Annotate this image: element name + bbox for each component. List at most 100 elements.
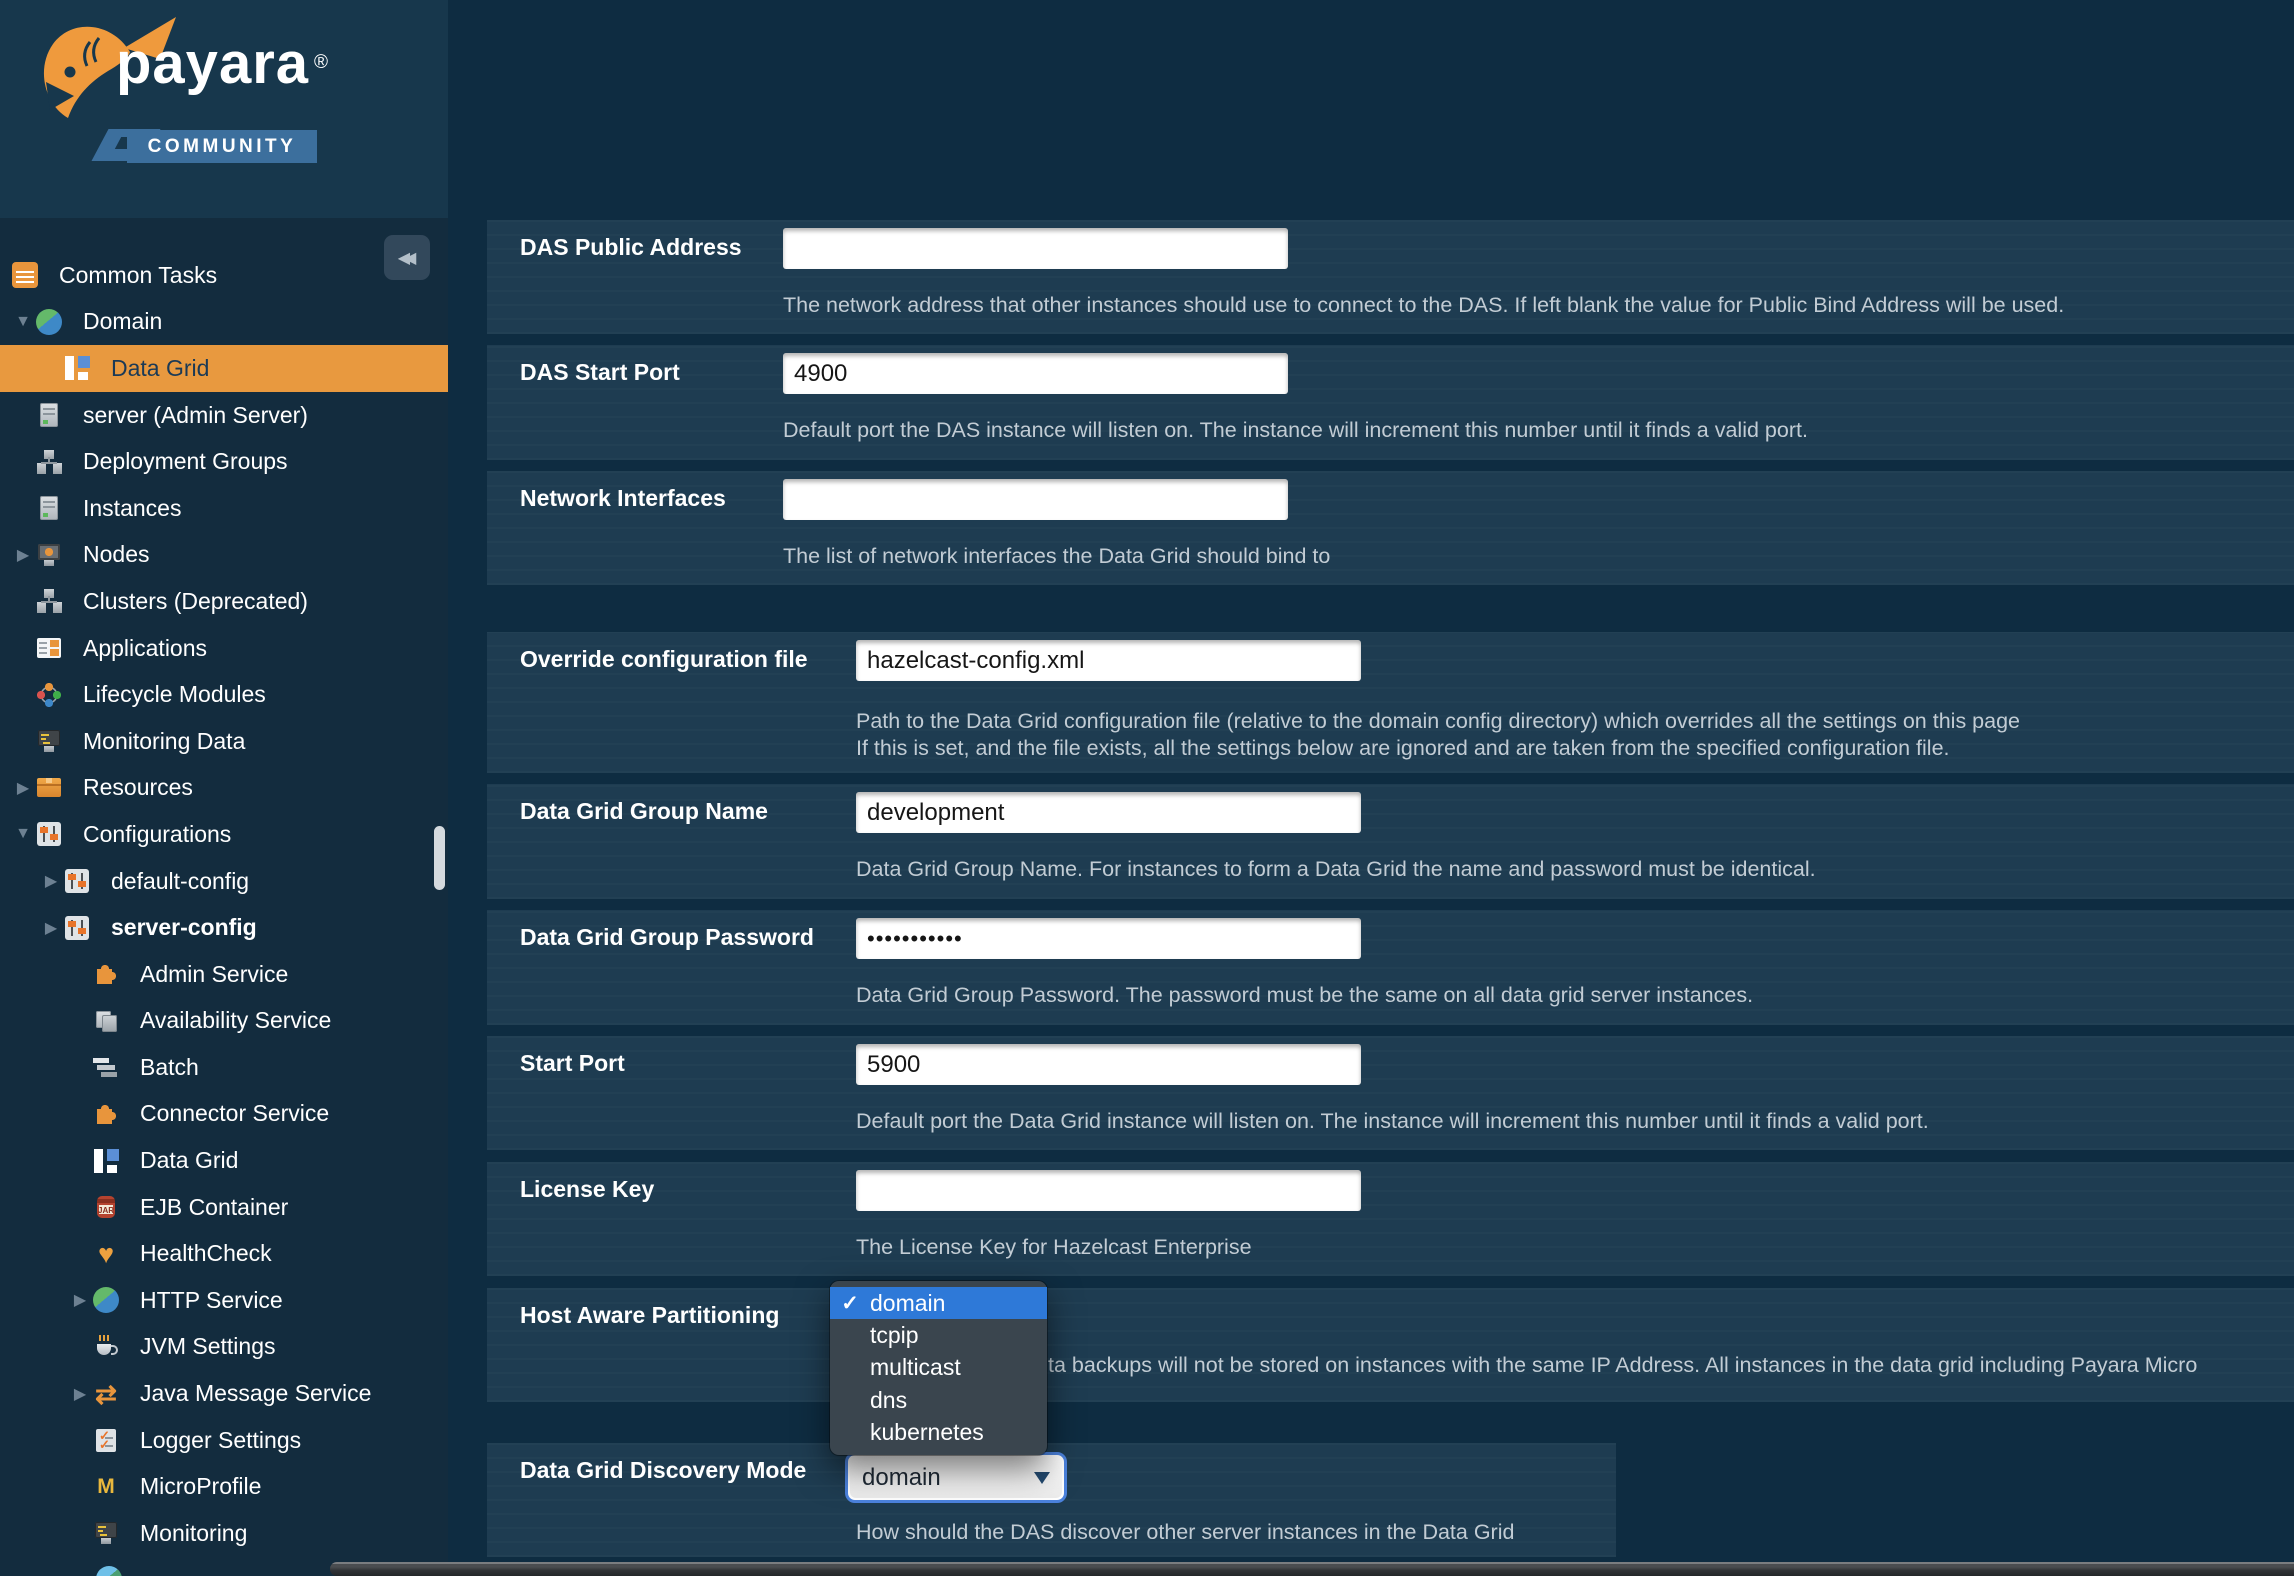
sidebar-item-server-admin-server[interactable]: server (Admin Server) (0, 392, 448, 439)
expander-open-icon[interactable]: ▼ (10, 825, 36, 843)
field-label: License Key (520, 1176, 655, 1202)
dropdown-option-tcpip[interactable]: tcpip (830, 1319, 1047, 1351)
sidebar-item-label: Data Grid (140, 1147, 239, 1174)
sidebar-item-common-tasks[interactable]: Common Tasks (0, 252, 448, 299)
expander-closed-icon[interactable]: ▶ (67, 1290, 93, 1310)
sidebar-item-label: server-config (111, 914, 257, 941)
sidebar-item-label: JVM Settings (140, 1333, 276, 1360)
puzzle-icon (93, 1101, 119, 1127)
sidebar-item-lifecycle-modules[interactable]: Lifecycle Modules (0, 671, 448, 718)
sidebar-item-label: Data Grid (111, 354, 210, 381)
expander-closed-icon[interactable]: ▶ (38, 918, 64, 938)
expander-closed-icon[interactable]: ▶ (10, 778, 36, 798)
data-grid-group-name-input[interactable] (856, 792, 1361, 833)
sidebar-item-label: HTTP Service (140, 1286, 283, 1313)
sidebar-item-instances[interactable]: Instances (0, 485, 448, 532)
field-label: DAS Public Address (520, 234, 742, 260)
sidebar-item-healthcheck[interactable]: HealthCheck (0, 1230, 448, 1277)
network-interfaces-input[interactable] (783, 479, 1288, 520)
field-help: Data Grid Group Password. The password m… (856, 982, 2294, 1009)
dropdown-option-kubernetes[interactable]: kubernetes (830, 1417, 1047, 1449)
sidebar-item-label: MicroProfile (140, 1473, 262, 1500)
sidebar-item-label: EJB Container (140, 1193, 289, 1220)
start-port-input[interactable] (856, 1044, 1361, 1085)
heart-icon (93, 1241, 119, 1267)
sidebar-item-jvm-settings[interactable]: JVM Settings (0, 1324, 448, 1371)
select-value: domain (862, 1463, 941, 1491)
monitor-code-icon (93, 1520, 119, 1546)
field-label: DAS Start Port (520, 359, 680, 385)
sidebar-item-label: Logger Settings (140, 1426, 302, 1453)
sidebar-item-java-message-service[interactable]: ▶ Java Message Service (0, 1370, 448, 1417)
logger-icon (93, 1427, 119, 1453)
sidebar-item-nodes[interactable]: ▶ Nodes (0, 532, 448, 579)
sidebar-item-logger-settings[interactable]: Logger Settings (0, 1417, 448, 1464)
sidebar-item-label: Availability Service (140, 1007, 332, 1034)
sidebar-item-deployment-groups[interactable]: Deployment Groups (0, 438, 448, 485)
das-start-port-input[interactable] (783, 353, 1288, 394)
field-help: Default port the DAS instance will liste… (783, 417, 2294, 444)
sidebar-item-label: Configurations (83, 820, 232, 847)
help-line: The License Key for Hazelcast Enterprise (856, 1235, 1252, 1259)
license-key-input[interactable] (856, 1170, 1361, 1211)
field-help: Data Grid Group Name. For instances to f… (856, 856, 2294, 883)
expander-open-icon[interactable]: ▼ (10, 313, 36, 331)
expander-closed-icon[interactable]: ▶ (38, 871, 64, 891)
data-grid-discovery-mode-select[interactable]: domain (845, 1452, 1067, 1503)
sidebar-item-clusters-deprecated[interactable]: Clusters (Deprecated) (0, 578, 448, 625)
sidebar-item-data-grid[interactable]: Data Grid (0, 1137, 448, 1184)
sidebar-item-admin-service[interactable]: Admin Service (0, 951, 448, 998)
field-label: Start Port (520, 1050, 625, 1076)
sidebar-item-http-service[interactable]: ▶ HTTP Service (0, 1277, 448, 1324)
sidebar-item-domain[interactable]: ▼ Domain (0, 299, 448, 346)
help-line: Data Grid Group Password. The password m… (856, 983, 1754, 1007)
data-grid-group-password-input[interactable] (856, 918, 1361, 959)
registered-mark: ® (314, 52, 328, 73)
sidebar-item-batch[interactable]: Batch (0, 1044, 448, 1091)
mp-icon (93, 1474, 119, 1500)
globe-icon (36, 308, 62, 335)
help-line: The list of network interfaces the Data … (783, 544, 1331, 568)
sidebar-item-configurations[interactable]: ▼ Configurations (0, 811, 448, 858)
lifecycle-icon (36, 682, 62, 708)
dropdown-option-label: dns (870, 1386, 908, 1413)
community-banner: COMMUNITY (127, 130, 317, 163)
sidebar-item-label: server (Admin Server) (83, 401, 308, 428)
sidebar-item-data-grid[interactable]: Data Grid (0, 345, 448, 392)
sidebar-item-applications[interactable]: Applications (0, 625, 448, 672)
sidebar-item-availability-service[interactable]: Availability Service (0, 998, 448, 1045)
dropdown-option-domain[interactable]: ✓ domain (830, 1287, 1047, 1320)
dropdown-option-multicast[interactable]: multicast (830, 1352, 1047, 1384)
puzzle-icon (93, 961, 119, 987)
dropdown-option-label: kubernetes (870, 1419, 984, 1446)
expander-closed-icon[interactable]: ▶ (67, 1384, 93, 1404)
sidebar-item-label: Domain (83, 308, 163, 335)
form-row-start-port: Start Port Default port the Data Grid ins… (487, 1036, 2294, 1150)
sidebar-item-label: Clusters (Deprecated) (83, 587, 308, 614)
sidebar-item-default-config[interactable]: ▶ default-config (0, 858, 448, 905)
sidebar-item-monitoring-data[interactable]: Monitoring Data (0, 718, 448, 765)
sliders-icon (64, 915, 90, 941)
override-configuration-file-input[interactable] (856, 640, 1361, 681)
horizontal-scrollbar-thumb[interactable] (330, 1562, 2294, 1576)
sidebar-item-ejb-container[interactable]: EJB Container (0, 1184, 448, 1231)
das-public-address-input[interactable] (783, 228, 1288, 269)
help-line: Default port the Data Grid instance will… (856, 1109, 1929, 1133)
sidebar-item-microprofile[interactable]: MicroProfile (0, 1463, 448, 1510)
network-icon (36, 588, 62, 614)
field-help: The list of network interfaces the Data … (783, 543, 2294, 570)
sidebar-item-connector-service[interactable]: Connector Service (0, 1091, 448, 1138)
arrows-icon (93, 1381, 119, 1407)
sidebar-item-resources[interactable]: ▶ Resources (0, 765, 448, 812)
collapse-sidebar-button[interactable] (384, 235, 430, 280)
dropdown-option-dns[interactable]: dns (830, 1384, 1047, 1416)
form-row-override-configuration-file: Override configuration file Path to the D… (487, 632, 2294, 773)
discovery-mode-dropdown-menu: ✓ domain tcpip multicast dns kubernetes (830, 1281, 1047, 1455)
sidebar-item-label: Batch (140, 1053, 199, 1080)
sidebar-item-monitoring[interactable]: Monitoring (0, 1510, 448, 1557)
sidebar-scrollbar-thumb[interactable] (434, 826, 445, 890)
box-icon (36, 775, 62, 801)
data-grid-icon (93, 1147, 119, 1174)
expander-closed-icon[interactable]: ▶ (10, 545, 36, 565)
sidebar-item-server-config[interactable]: ▶ server-config (0, 904, 448, 951)
